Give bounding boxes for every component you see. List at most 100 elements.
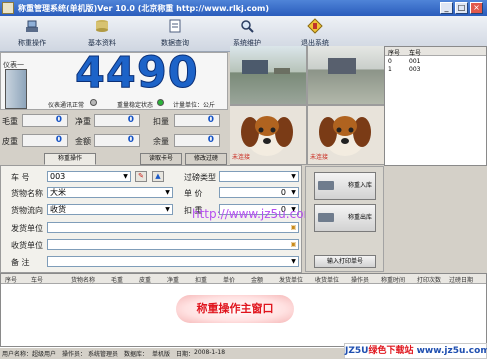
database-icon [96, 20, 108, 32]
toolbar-basic-data-button[interactable]: 基本资料 [73, 17, 131, 50]
edit-car-button[interactable]: ▲ [152, 171, 164, 182]
goods-name-label: 货物名称 [11, 189, 43, 198]
goods-name-value: 大米 [50, 188, 66, 197]
grid-col-print-count[interactable]: 打印次数 [417, 275, 441, 284]
goods-flow-select[interactable]: 收货 ▼ [47, 204, 173, 215]
car-number-value: 003 [50, 172, 66, 181]
tab-weigh-operation[interactable]: 称重操作 [44, 153, 96, 165]
status-user-label: 用户名称： [2, 351, 33, 358]
camera-feed-2 [308, 46, 384, 104]
status-operator-value: 系统管理员 [88, 351, 119, 358]
grid-col-net[interactable]: 净重 [167, 275, 179, 284]
goods-flow-label: 货物流向 [11, 206, 43, 215]
sender-label: 发货单位 [11, 224, 43, 233]
grid-col-operator[interactable]: 操作员 [351, 275, 369, 284]
folder-icon[interactable]: ▣ [289, 240, 298, 249]
receiver-field[interactable]: ▣ [47, 239, 299, 250]
weigh-in-button[interactable]: 称重入库 [314, 172, 376, 200]
status-db-value: 单机版 [152, 351, 171, 358]
report-icon [169, 19, 181, 33]
list-item[interactable]: 0 001 [388, 58, 420, 65]
goods-name-select[interactable]: 大米 ▼ [47, 187, 173, 198]
tab-read-card[interactable]: 读取卡号 [140, 153, 182, 165]
deduct-weight-value: 0 [174, 114, 220, 127]
sender-field[interactable]: ▣ [47, 222, 299, 233]
status-date-value: 2008-1-18 [194, 349, 226, 356]
amount-label: 金额 [75, 137, 91, 146]
chevron-down-icon[interactable]: ▼ [163, 205, 172, 214]
weight-display-panel: 仪表一 4490 仪表通讯正常 重量稳定状态 计量单位：公斤 [0, 48, 228, 110]
grid-col-receiver[interactable]: 收货单位 [315, 275, 339, 284]
scale-icon [26, 20, 38, 32]
grid-col-price[interactable]: 单价 [223, 275, 235, 284]
scale-graphic [274, 68, 290, 74]
truck-icon [318, 181, 334, 190]
status-operator-label: 操作员： [62, 351, 87, 358]
remark-field[interactable]: ▼ [47, 256, 299, 267]
app-icon [2, 2, 14, 14]
close-button[interactable]: × [470, 2, 483, 14]
car-number-field[interactable]: 003 ▼ [47, 171, 131, 182]
grid-col-seq[interactable]: 序号 [5, 275, 17, 284]
grid-col-gross[interactable]: 毛重 [111, 275, 123, 284]
grid-col-goods[interactable]: 货物名称 [71, 275, 95, 284]
minimize-button[interactable]: _ [440, 2, 453, 14]
unit-price-value: 0 [280, 188, 286, 197]
list-item[interactable]: 1 003 [388, 66, 420, 73]
print-button[interactable]: 输入打印单号 [314, 255, 376, 268]
net-weight-label: 净重 [75, 117, 91, 126]
chevron-down-icon[interactable]: ▼ [289, 172, 298, 181]
chevron-down-icon[interactable]: ▼ [163, 188, 172, 197]
grid-header: 序号 车号 货物名称 毛重 皮重 净重 扣重 单价 金额 发货单位 收货单位 操… [1, 274, 486, 284]
weight-value: 4490 [75, 48, 199, 99]
grid-col-amount[interactable]: 金额 [251, 275, 263, 284]
grid-col-tare[interactable]: 皮重 [139, 275, 151, 284]
camera-4-status: 未连接 [310, 154, 329, 161]
weigh-type-select[interactable]: ▼ [219, 171, 299, 182]
unit-price-label: 单 价 [184, 189, 203, 198]
folder-icon[interactable]: ▣ [289, 223, 298, 232]
unit-status-text: 计量单位：公斤 [173, 102, 216, 109]
tab-modify-weighing[interactable]: 修改过磅 [185, 153, 227, 165]
grid-col-sender[interactable]: 发货单位 [279, 275, 303, 284]
toolbar-weigh-button[interactable]: 称重操作 [3, 17, 61, 50]
print-label: 输入打印单号 [326, 258, 363, 265]
camera-feed-4: 未连接 [308, 106, 384, 164]
grid-col-time[interactable]: 称重时间 [381, 275, 405, 284]
toolbar-basic-data-label: 基本资料 [88, 39, 116, 47]
title-bar: 称重管理系统(单机版)Ver 10.0 (北京称重 http://www.rlk… [0, 0, 487, 16]
exit-icon [307, 18, 323, 34]
pending-car: 001 [409, 58, 421, 65]
toolbar-query-label: 数据查询 [161, 39, 189, 47]
camera-3-status: 未连接 [232, 154, 251, 161]
truck-graphic [328, 58, 356, 74]
pin-icon: ✎ [138, 172, 144, 180]
pending-seq: 1 [388, 66, 392, 73]
maximize-button[interactable]: □ [455, 2, 468, 14]
weigh-out-button[interactable]: 称重出库 [314, 204, 376, 232]
status-user-value: 超级用户 [32, 351, 57, 358]
status-db-label: 数据库： [124, 351, 149, 358]
pending-list-header: 序号 车号 [385, 47, 486, 57]
hat-icon: ▲ [155, 172, 161, 180]
grid-col-date[interactable]: 过磅日期 [449, 275, 473, 284]
chevron-down-icon[interactable]: ▼ [289, 188, 298, 197]
chevron-down-icon[interactable]: ▼ [121, 172, 130, 181]
grid-col-car[interactable]: 车号 [31, 275, 43, 284]
watermark-url: http://www.jz5u.com [192, 207, 316, 221]
unit-price-field[interactable]: 0 ▼ [219, 187, 299, 198]
main-window-banner: 称重操作主窗口 [176, 295, 294, 323]
camera-feed-1 [230, 46, 306, 104]
grid-col-deduct[interactable]: 扣重 [195, 275, 207, 284]
receiver-label: 收货单位 [11, 241, 43, 250]
comm-status-led [90, 99, 97, 106]
pending-car: 003 [409, 66, 421, 73]
pending-list[interactable]: 序号 车号 0 001 1 003 [384, 46, 487, 166]
gross-weight-label: 毛重 [2, 117, 18, 126]
chevron-down-icon[interactable]: ▼ [289, 257, 298, 266]
comm-status-text: 仪表通讯正常 [48, 102, 85, 109]
pin-button[interactable]: ✎ [135, 171, 147, 182]
truck-graphic [242, 60, 268, 74]
toolbar-query-button[interactable]: 数据查询 [146, 17, 204, 50]
goods-flow-value: 收货 [50, 205, 66, 214]
